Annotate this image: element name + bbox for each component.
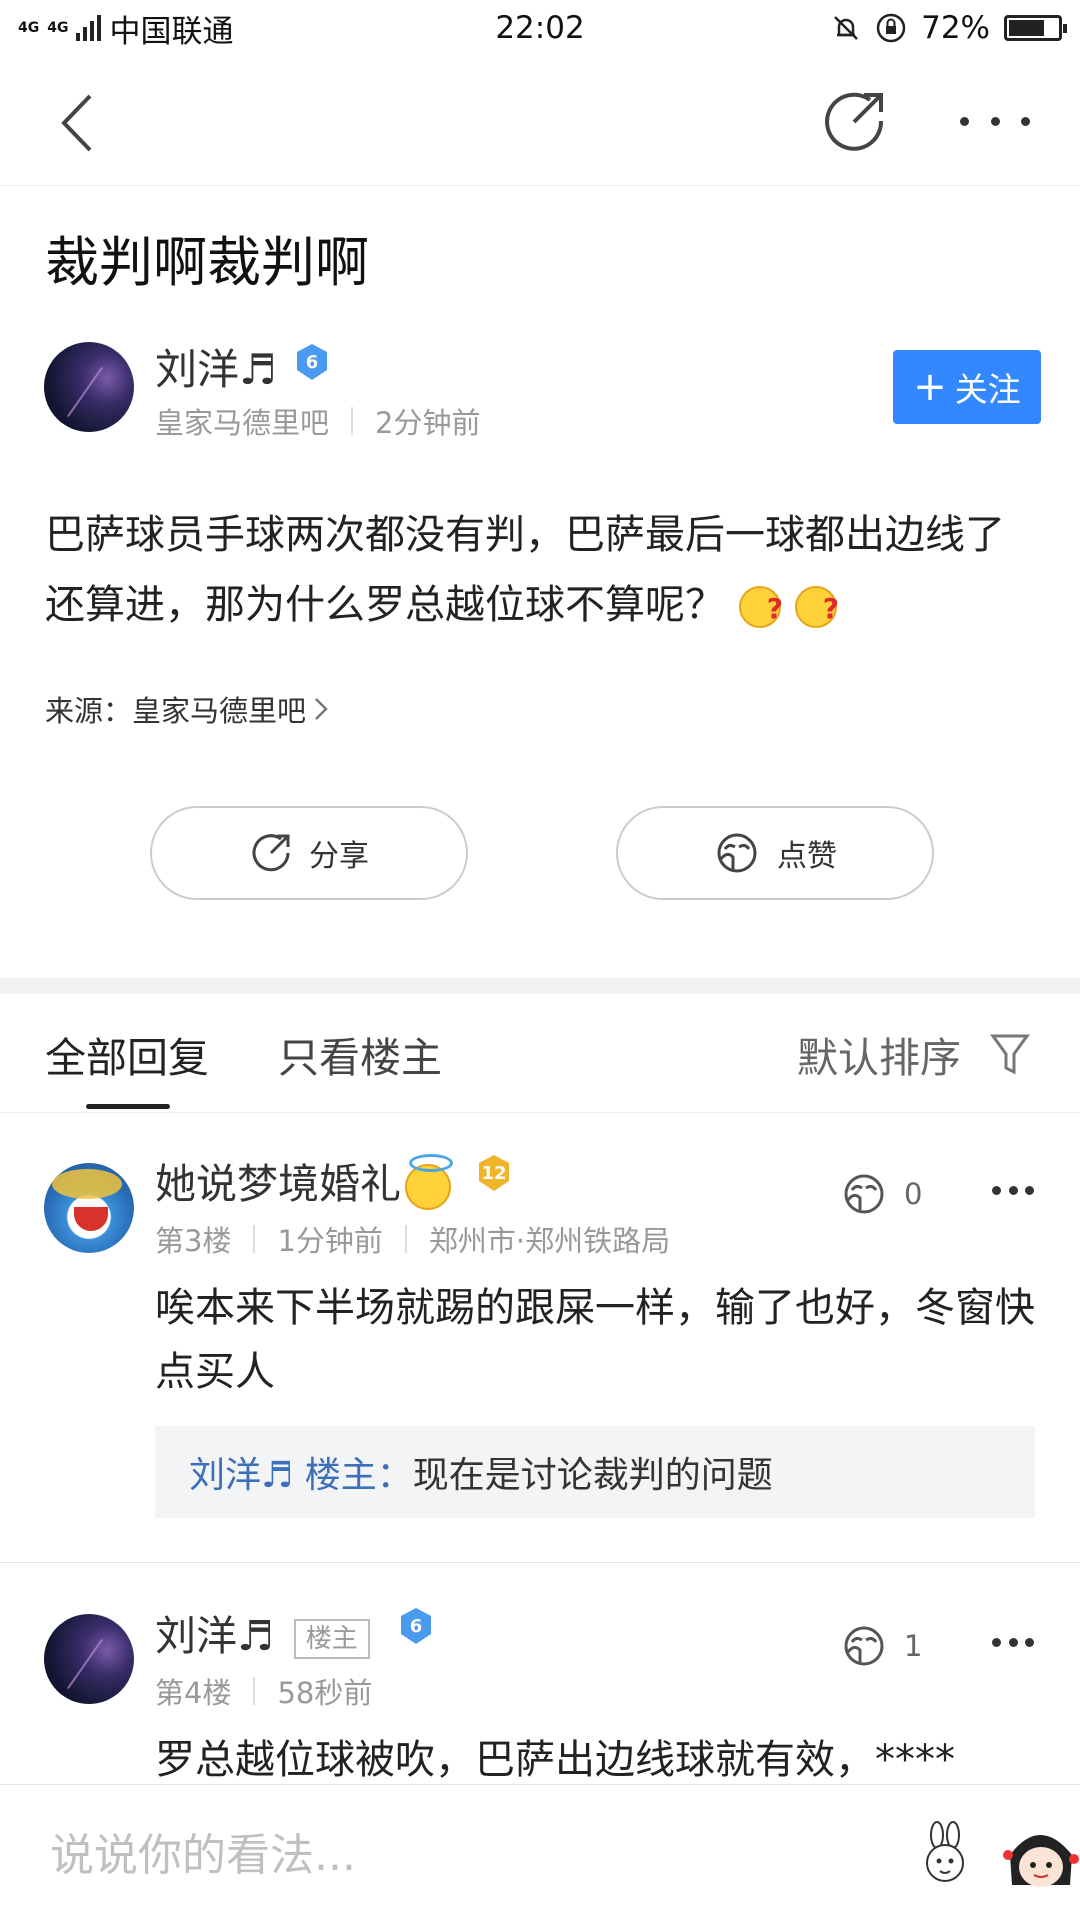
comment-input[interactable]: 说说你的看法... [50, 1819, 356, 1883]
comment-bar: 说说你的看法... [0, 1784, 1080, 1920]
forum-name[interactable]: 皇家马德里吧 [155, 400, 329, 442]
reply-location: 郑州市·郑州铁路局 [428, 1224, 671, 1258]
author-name[interactable]: 刘洋♬ [155, 336, 277, 397]
carrier-name: 中国联通 [109, 13, 234, 50]
divider [351, 407, 354, 435]
mute-bell-icon [834, 16, 858, 40]
status-left: 4G 4G 中国联通 [18, 6, 233, 51]
follow-label: 关注 [954, 370, 1021, 409]
tab-all-replies[interactable]: 全部回复 [45, 1024, 209, 1084]
like-count: 1 [904, 1629, 923, 1663]
rotation-lock-icon [876, 13, 906, 43]
battery-percent: 72% [921, 10, 990, 46]
level-badge: 12 [476, 1153, 512, 1193]
share-icon [252, 834, 290, 872]
owner-tag: 楼主 [293, 1619, 370, 1659]
post-title: 裁判啊裁判啊 [45, 231, 369, 294]
tab-owner-only[interactable]: 只看楼主 [278, 1024, 442, 1084]
angel-emoji-icon [405, 1154, 453, 1210]
divider [0, 1112, 1080, 1113]
confused-emoji-icon [739, 574, 783, 644]
source-label: 来源：皇家马德里吧 [45, 694, 307, 728]
confused-emoji-icon [795, 574, 839, 644]
like-label: 点赞 [777, 839, 837, 874]
reply-author-name[interactable]: 她说梦境婚礼 [155, 1150, 453, 1210]
reply-text: 唉本来下半场就踢的跟屎一样，输了也好，冬窗快点买人 [155, 1285, 1035, 1395]
reply-author-name[interactable]: 刘洋♬ 楼主 [155, 1602, 370, 1662]
more-options-icon[interactable] [992, 1186, 1034, 1198]
follow-button[interactable]: + 关注 [893, 350, 1041, 424]
like-face-icon [844, 1174, 884, 1214]
post-time: 2分钟前 [375, 406, 481, 440]
reply-text: 罗总越位球被吹，巴萨出边线球就有效，**** [155, 1737, 955, 1783]
more-options-icon[interactable] [960, 106, 1030, 136]
post-body: 巴萨球员手球两次都没有判，巴萨最后一球都出边线了还算进，那为什么罗总越位球不算呢… [45, 500, 1035, 644]
reply-meta: 第3楼 1分钟前 郑州市·郑州铁路局 [155, 1218, 670, 1260]
plus-icon: + [913, 364, 947, 410]
like-face-icon [844, 1626, 884, 1666]
post-body-text: 巴萨球员手球两次都没有判，巴萨最后一球都出边线了还算进，那为什么罗总越位球不算呢… [45, 512, 1005, 628]
tab-indicator [86, 1104, 170, 1109]
quoted-reply[interactable]: 刘洋♬ 楼主： 现在是讨论裁判的问题 [155, 1426, 1035, 1518]
quoted-text: 现在是讨论裁判的问题 [412, 1455, 773, 1496]
like-count: 0 [904, 1177, 923, 1211]
status-bar: 4G 4G 中国联通 22:02 72% [0, 0, 1080, 56]
status-right: 72% [831, 10, 1067, 46]
divider [253, 1677, 256, 1705]
avatar[interactable] [44, 1163, 134, 1253]
chevron-right-icon [315, 698, 328, 720]
reply-like-button[interactable]: 0 [840, 1172, 922, 1216]
avatar[interactable] [44, 1614, 134, 1704]
bunny-sticker-icon[interactable] [915, 1821, 975, 1891]
back-arrow-icon[interactable] [50, 88, 110, 158]
network-indicator-2: 4G [47, 20, 69, 36]
sort-dropdown[interactable]: 默认排序 [797, 1024, 961, 1084]
girl-sticker-icon[interactable] [1000, 1815, 1080, 1905]
avatar[interactable] [44, 342, 134, 432]
level-badge: 6 [294, 342, 330, 382]
filter-icon[interactable] [990, 1032, 1030, 1076]
floor-number: 第4楼 [155, 1676, 232, 1710]
battery-icon [1004, 15, 1067, 41]
more-options-icon[interactable] [992, 1638, 1034, 1650]
section-divider [0, 978, 1080, 994]
like-face-icon [717, 833, 757, 873]
divider [253, 1225, 256, 1253]
share-label: 分享 [309, 839, 369, 874]
level-badge: 6 [398, 1606, 434, 1646]
share-icon[interactable] [820, 86, 890, 156]
network-indicator: 4G [18, 20, 40, 36]
quoted-author[interactable]: 刘洋♬ 楼主： [189, 1446, 413, 1498]
post-source-link[interactable]: 来源：皇家马德里吧 [45, 688, 330, 730]
reply-time: 58秒前 [277, 1676, 373, 1710]
author-meta: 皇家马德里吧 2分钟前 [155, 400, 480, 442]
reply-like-button[interactable]: 1 [840, 1624, 922, 1668]
floor-number: 第3楼 [155, 1224, 232, 1258]
signal-icon [76, 15, 102, 41]
reply-meta: 第4楼 58秒前 [155, 1670, 372, 1712]
divider [404, 1225, 407, 1253]
share-button[interactable]: 分享 [150, 806, 468, 900]
divider [0, 1562, 1080, 1563]
reply-time: 1分钟前 [277, 1224, 383, 1258]
like-button[interactable]: 点赞 [616, 806, 934, 900]
top-nav-bar [0, 56, 1080, 186]
